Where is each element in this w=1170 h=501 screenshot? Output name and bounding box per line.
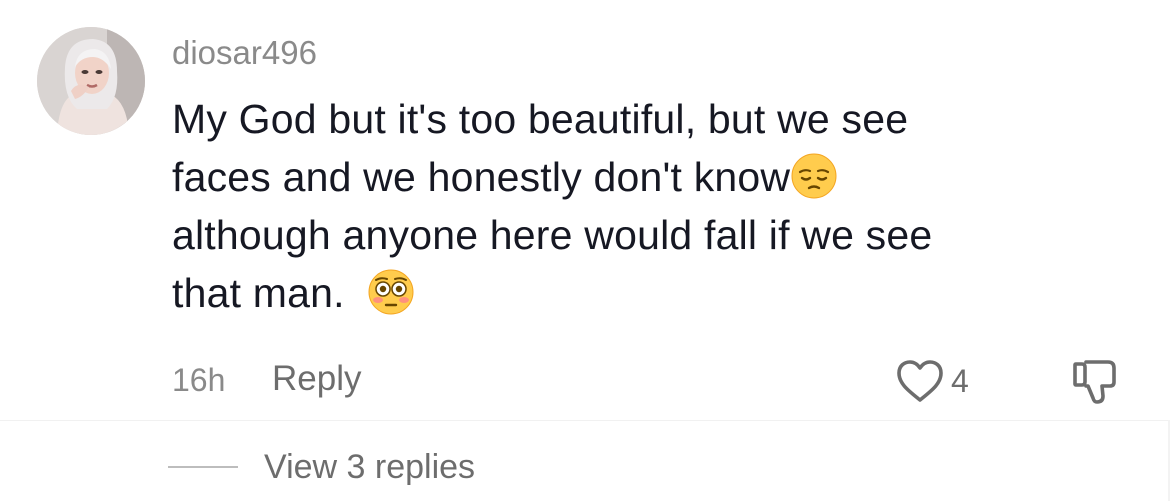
comment-line: faces and we honestly don't know [172,148,1072,206]
timestamp: 16h [172,362,226,398]
thumbs-down-icon [1073,360,1116,404]
pensive-face-emoji [790,152,838,200]
section-divider [0,420,1170,421]
dislike-button[interactable] [1070,356,1122,406]
username[interactable]: diosar496 [172,30,317,76]
comment-text: My God but it's too beautiful, but we se… [172,90,1072,322]
like-count: 4 [951,363,969,399]
like-button[interactable]: 4 [895,358,969,404]
flushed-face-emoji [367,268,415,316]
comment-line-text: My God but it's too beautiful, but we se… [172,96,909,142]
comment: diosar496 My God but it's too beautiful,… [0,0,1170,420]
replies-divider-line [168,466,238,468]
view-replies-button[interactable]: View 3 replies [168,444,475,490]
comment-line: My God but it's too beautiful, but we se… [172,90,1072,148]
comment-line-text: that man. [172,270,345,316]
comment-line: that man. [172,264,1072,322]
comment-line: although anyone here would fall if we se… [172,206,1072,264]
avatar-image [37,27,145,135]
view-replies-label: View 3 replies [264,448,476,486]
comment-line-text: faces and we honestly don't know [172,154,791,200]
reply-button[interactable]: Reply [272,356,361,402]
heart-icon [897,360,943,402]
avatar[interactable] [37,27,145,135]
comment-line-text: although anyone here would fall if we se… [172,212,933,258]
